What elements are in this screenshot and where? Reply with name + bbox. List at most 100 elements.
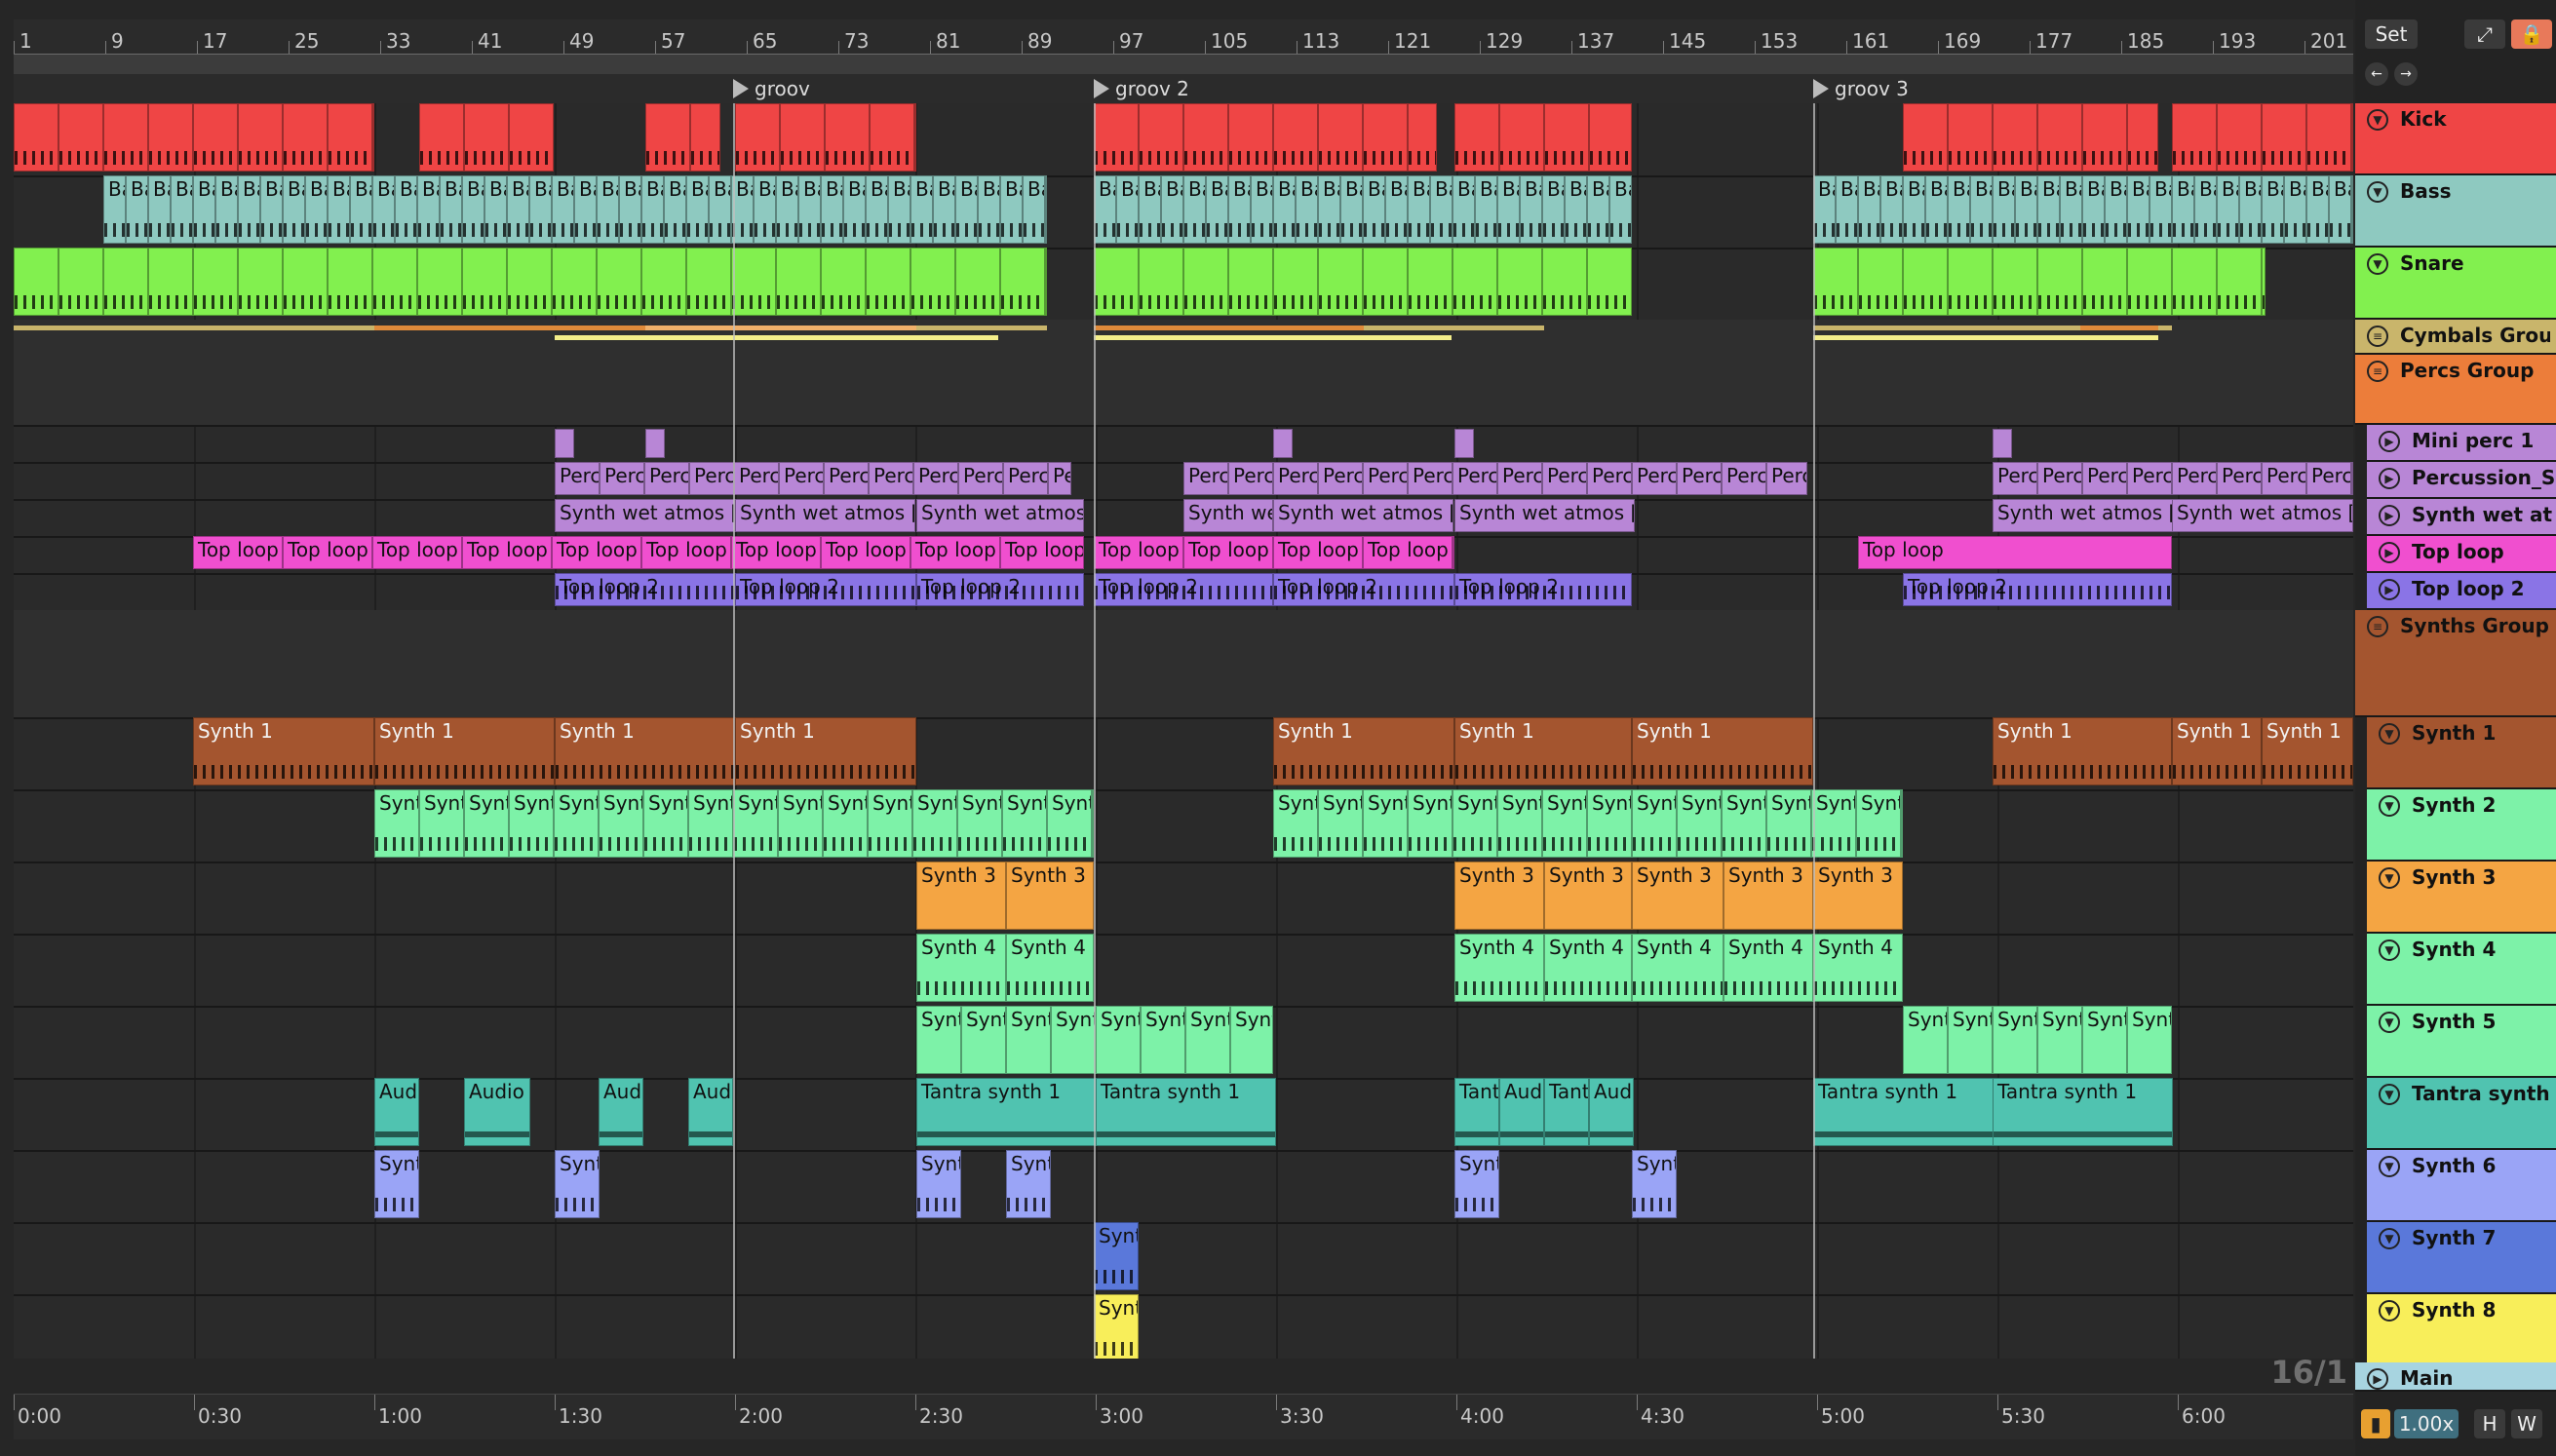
clip[interactable]: Synt: [1901, 789, 1903, 858]
clip[interactable]: [1858, 248, 1903, 316]
clip[interactable]: Perc: [2262, 462, 2306, 495]
clip[interactable]: Ba: [843, 175, 866, 244]
clip[interactable]: [2351, 103, 2353, 172]
clip[interactable]: Perc: [1318, 462, 1363, 495]
track-header-cymbals-grou[interactable]: ≡ Cymbals Grou: [2355, 320, 2556, 355]
clip[interactable]: Ba: [395, 175, 417, 244]
clip[interactable]: [2082, 103, 2127, 172]
clip[interactable]: Ba: [103, 175, 126, 244]
clip[interactable]: Perc: [1677, 462, 1722, 495]
clip[interactable]: [1993, 429, 2012, 458]
clip[interactable]: Ba: [866, 175, 888, 244]
clip[interactable]: Ba: [2127, 175, 2149, 244]
clip[interactable]: Ba: [1925, 175, 1948, 244]
clip[interactable]: Ba: [888, 175, 910, 244]
clip[interactable]: Perc: [600, 462, 644, 495]
clip[interactable]: Synt: [1141, 1006, 1185, 1074]
clip[interactable]: Ba: [1000, 175, 1023, 244]
clip[interactable]: Ba: [821, 175, 843, 244]
clip[interactable]: [238, 103, 283, 172]
clip[interactable]: Synt: [1185, 1006, 1230, 1074]
track-header-synth-2[interactable]: ▼ Synth 2: [2367, 789, 2556, 862]
fold-icon[interactable]: ▼: [2367, 109, 2388, 131]
clip[interactable]: Top loop: [1452, 536, 1454, 569]
fold-icon[interactable]: ▼: [2379, 867, 2400, 889]
clip[interactable]: Ba: [1296, 175, 1318, 244]
clip[interactable]: Perc: [2082, 462, 2127, 495]
track-lane[interactable]: [14, 355, 2353, 427]
track-header-synth-wet-at[interactable]: ▶ Synth wet at: [2367, 499, 2556, 536]
fold-icon[interactable]: ▶: [2367, 1368, 2388, 1390]
clip[interactable]: Synt: [1273, 789, 1318, 858]
clip[interactable]: Tantra synth 1: [916, 1078, 1097, 1146]
clip[interactable]: Synt: [643, 789, 688, 858]
clip[interactable]: Perc: [734, 462, 779, 495]
clip[interactable]: Ba: [2239, 175, 2262, 244]
clip[interactable]: [1094, 248, 1139, 316]
track-lane[interactable]: [14, 610, 2353, 719]
track-header-mini-perc-1[interactable]: ▶ Mini perc 1: [2367, 425, 2556, 462]
clip[interactable]: Top loop 2: [1454, 573, 1632, 606]
clip[interactable]: Synth 3: [916, 862, 1006, 930]
clip[interactable]: Ba: [574, 175, 597, 244]
clip[interactable]: [555, 429, 574, 458]
clip[interactable]: Synth 1: [193, 717, 374, 785]
clip[interactable]: Perc: [824, 462, 869, 495]
clip[interactable]: Top loop: [193, 536, 283, 569]
clip[interactable]: Top loop: [283, 536, 372, 569]
track-header-top-loop[interactable]: ▶ Top loop: [2367, 536, 2556, 573]
track-header-top-loop-2[interactable]: ▶ Top loop 2: [2367, 573, 2556, 610]
clip[interactable]: [2262, 248, 2266, 316]
clip[interactable]: [1544, 103, 1589, 172]
clip[interactable]: Ba: [641, 175, 664, 244]
clip[interactable]: [1045, 248, 1047, 316]
clip[interactable]: Ba: [2284, 175, 2306, 244]
clip[interactable]: [1318, 248, 1363, 316]
clip[interactable]: Synt: [916, 1006, 961, 1074]
clip[interactable]: [1139, 248, 1183, 316]
play-icon[interactable]: ▶: [2379, 542, 2400, 563]
clip[interactable]: Synt: [1811, 789, 1856, 858]
clip[interactable]: Synth wet atmos [: [735, 499, 915, 532]
clip[interactable]: Synth 1: [374, 717, 555, 785]
clip[interactable]: [419, 103, 464, 172]
clip[interactable]: Synth 4: [1006, 934, 1094, 1002]
clip[interactable]: Synth 1: [2172, 717, 2262, 785]
fold-icon[interactable]: ▼: [2379, 1012, 2400, 1033]
clip[interactable]: [1993, 103, 2037, 172]
clip[interactable]: [821, 248, 866, 316]
clip[interactable]: Ba: [1970, 175, 1993, 244]
track-header-synth-1[interactable]: ▼ Synth 1: [2367, 717, 2556, 789]
clip[interactable]: Synt: [1096, 1006, 1141, 1074]
clip[interactable]: Ba: [1903, 175, 1925, 244]
clip[interactable]: [372, 248, 417, 316]
clip[interactable]: Synt: [1363, 789, 1408, 858]
clip[interactable]: Ba: [215, 175, 238, 244]
clip[interactable]: Ba: [955, 175, 978, 244]
clip[interactable]: Top loop: [1858, 536, 2172, 569]
play-icon[interactable]: ▶: [2379, 468, 2400, 489]
clip[interactable]: Top loop: [1273, 536, 1363, 569]
clip[interactable]: Ba: [462, 175, 484, 244]
clip[interactable]: [372, 103, 374, 172]
loop-brace-bar[interactable]: [14, 54, 2353, 75]
clip[interactable]: Synt: [554, 789, 599, 858]
clip[interactable]: Synt: [916, 1150, 961, 1218]
clip[interactable]: Top loop: [641, 536, 731, 569]
clip[interactable]: Ba: [552, 175, 574, 244]
clip[interactable]: [1454, 103, 1499, 172]
clip[interactable]: Synt: [688, 789, 733, 858]
clip[interactable]: Perc: [1452, 462, 1497, 495]
clip[interactable]: Ba: [148, 175, 171, 244]
clip[interactable]: [2127, 248, 2172, 316]
clip[interactable]: Ba: [1385, 175, 1408, 244]
fold-icon[interactable]: ▼: [2379, 939, 2400, 961]
fold-icon[interactable]: ▼: [2379, 723, 2400, 745]
clip[interactable]: Top loop: [910, 536, 1000, 569]
width-toggle-button[interactable]: W: [2511, 1409, 2542, 1438]
lock-icon[interactable]: 🔒: [2511, 19, 2552, 49]
clip[interactable]: Synt: [1993, 1006, 2037, 1074]
clip[interactable]: [1587, 248, 1632, 316]
clip[interactable]: Top loop: [1183, 536, 1273, 569]
clip[interactable]: Ba: [193, 175, 215, 244]
